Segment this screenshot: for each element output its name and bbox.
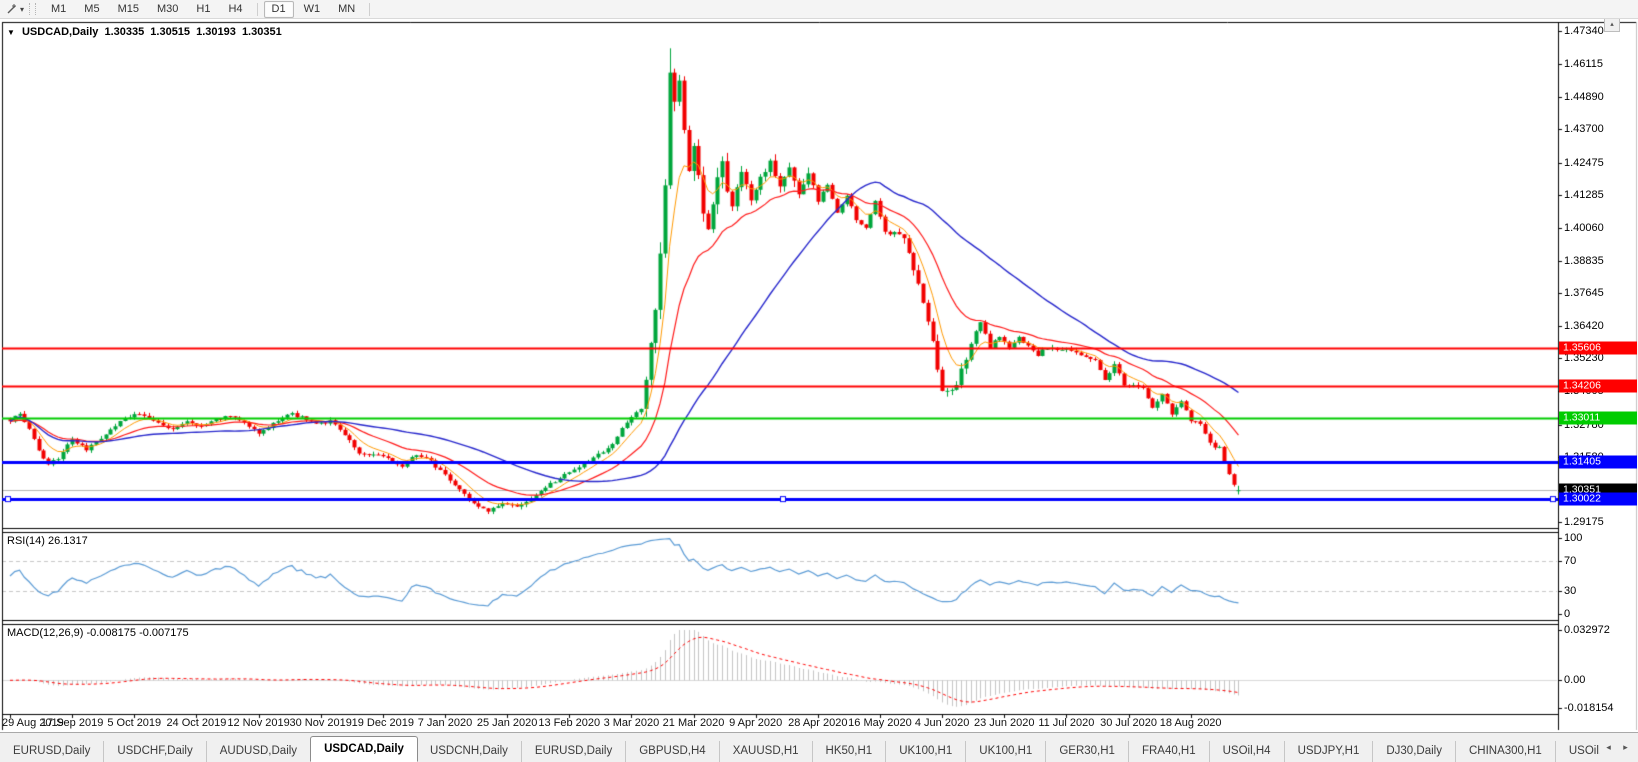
price-axis-tick: 1.42475 <box>1564 156 1604 169</box>
time-axis-label: 16 May 2020 <box>848 717 912 729</box>
time-axis-label: 11 Jul 2020 <box>1038 717 1095 729</box>
tab-EURUSD-Daily[interactable]: EURUSD,Daily <box>522 741 627 762</box>
rsi-axis-tick: 30 <box>1564 585 1577 598</box>
time-axis-label: 30 Jul 2020 <box>1100 717 1157 729</box>
rsi-label: RSI(14) 26.1317 <box>7 535 88 547</box>
timeframe-button-M30[interactable]: M30 <box>149 1 186 18</box>
panel-splitter-macd[interactable] <box>0 619 1638 624</box>
macd-axis-tick: 0.00 <box>1564 674 1586 687</box>
price-axis-tick: 1.40060 <box>1564 221 1604 234</box>
collapse-icon[interactable]: ▼ <box>7 28 15 37</box>
tab-USDJPY-H1[interactable]: USDJPY,H1 <box>1285 741 1374 762</box>
time-axis-label: 7 Jan 2020 <box>417 717 473 729</box>
chart-title: ▼ USDCAD,Daily 1.30335 1.30515 1.30193 1… <box>7 26 285 38</box>
price-axis-tick: 1.38835 <box>1564 254 1604 267</box>
time-axis-label: 13 Feb 2020 <box>538 717 601 729</box>
symbol-tab-bar: EURUSD,Daily USDCHF,Daily AUDUSD,Daily USDC… <box>0 732 1638 762</box>
close-value: 1.30351 <box>241 26 282 38</box>
time-axis-label: 12 Nov 2019 <box>227 717 290 729</box>
tab-scroll-left-icon[interactable]: ◂ <box>1600 738 1617 757</box>
tab-USOil-H1[interactable]: USOil,H1 <box>1556 741 1600 762</box>
price-badge-1.34206: 1.34206 <box>1559 379 1637 393</box>
low-value: 1.30193 <box>196 26 236 38</box>
timeframe-button-M5[interactable]: M5 <box>76 1 107 18</box>
time-axis-label: 9 Apr 2020 <box>729 717 783 729</box>
tab-XAUUSD-H1[interactable]: XAUUSD,H1 <box>720 741 813 762</box>
toolbar-separator <box>369 2 371 16</box>
timeframe-button-M15[interactable]: M15 <box>110 1 147 18</box>
timeframe-toolbar: ▾ M1 M5 M15 M30 H1 H4 D1 W1 MN <box>0 0 1638 19</box>
macd-label: MACD(12,26,9) -0.008175 -0.007175 <box>7 627 189 639</box>
tab-AUDUSD-Daily[interactable]: AUDUSD,Daily <box>207 741 312 762</box>
terminal-window: ▾ M1 M5 M15 M30 H1 H4 D1 W1 MN ▼ USDCAD,Daily 1.… <box>0 0 1638 762</box>
timeframe-button-M1[interactable]: M1 <box>43 1 74 18</box>
time-axis-label: 17 Sep 2019 <box>40 717 104 729</box>
tab-scroll-controls: ◂ ▸ <box>1600 733 1638 762</box>
macd-axis-tick: -0.018154 <box>1564 702 1614 714</box>
tab-scroll-right-icon[interactable]: ▸ <box>1617 738 1634 757</box>
rsi-axis-tick: 100 <box>1564 532 1583 544</box>
time-axis-label: 25 Jan 2020 <box>476 717 538 729</box>
open-value: 1.30335 <box>104 26 145 38</box>
tab-USDCAD-Daily[interactable]: USDCAD,Daily <box>310 736 418 762</box>
timeframe-button-H1[interactable]: H1 <box>188 1 218 18</box>
tab-CHINA300-H1[interactable]: CHINA300,H1 <box>1456 741 1556 762</box>
tab-HK50-H1[interactable]: HK50,H1 <box>813 741 887 762</box>
tab-USDCNH-Daily[interactable]: USDCNH,Daily <box>417 741 522 762</box>
tab-USOil-H4[interactable]: USOil,H4 <box>1210 741 1285 762</box>
time-axis-label: 24 Oct 2019 <box>166 717 227 729</box>
tab-FRA40-H1[interactable]: FRA40,H1 <box>1129 741 1210 762</box>
tab-GER30-H1[interactable]: GER30,H1 <box>1046 741 1129 762</box>
tab-EURUSD-Daily[interactable]: EURUSD,Daily <box>0 741 105 762</box>
price-axis-tick: 1.47340 <box>1564 25 1604 37</box>
time-axis-label: 21 Mar 2020 <box>662 717 725 729</box>
time-axis-label: 5 Oct 2019 <box>107 717 162 729</box>
time-axis-label: 28 Apr 2020 <box>788 717 848 729</box>
tab-USDCHF-Daily[interactable]: USDCHF,Daily <box>104 741 207 762</box>
timeframe-button-MN[interactable]: MN <box>330 1 363 18</box>
tab-GBPUSD-H4[interactable]: GBPUSD,H4 <box>626 741 720 762</box>
timeframe-button-W1[interactable]: W1 <box>296 1 329 18</box>
high-value: 1.30515 <box>150 26 191 38</box>
price-badge-1.30022: 1.30022 <box>1559 492 1637 506</box>
price-axis-tick: 1.43700 <box>1564 123 1604 136</box>
timeframe-buttons: M1 M5 M15 M30 H1 H4 D1 W1 MN <box>42 0 375 18</box>
price-axis-tick: 1.44890 <box>1564 91 1604 104</box>
price-badge-1.33011: 1.33011 <box>1559 411 1637 425</box>
price-badge-1.31405: 1.31405 <box>1559 455 1637 469</box>
time-axis-label: 3 Mar 2020 <box>603 717 660 729</box>
macd-axis-tick: 0.032972 <box>1564 624 1610 636</box>
time-axis-label: 18 Aug 2020 <box>1159 717 1222 729</box>
price-axis-tick: 1.41285 <box>1564 188 1604 201</box>
tool-dropdown-icon[interactable]: ▾ <box>20 5 24 14</box>
tab-DJ30-Daily[interactable]: DJ30,Daily <box>1373 741 1456 762</box>
timeframe-button-H4[interactable]: H4 <box>220 1 250 18</box>
rsi-axis-tick: 70 <box>1564 554 1577 567</box>
price-axis-tick: 1.36420 <box>1564 320 1604 333</box>
time-axis-label: 4 Jun 2020 <box>914 717 970 729</box>
symbol-period-label: USDCAD,Daily <box>21 26 99 38</box>
price-axis-tick: 1.46115 <box>1564 58 1603 71</box>
tab-UK100-H1[interactable]: UK100,H1 <box>886 741 967 762</box>
scroll-up-button[interactable]: ▴ <box>1604 18 1620 32</box>
price-axis-tick: 1.37645 <box>1564 287 1604 300</box>
tab-UK100-H1[interactable]: UK100,H1 <box>966 741 1047 762</box>
time-axis-label: 23 Jun 2020 <box>973 717 1035 729</box>
time-axis-label: 19 Dec 2019 <box>351 717 415 729</box>
panel-splitter-rsi[interactable] <box>0 527 1638 532</box>
timeframe-button-D1[interactable]: D1 <box>263 0 294 18</box>
toolbar-separator <box>256 2 258 16</box>
annotation-tool-icon[interactable] <box>4 2 20 16</box>
time-axis-label: 30 Nov 2019 <box>289 717 352 729</box>
toolbar-grip[interactable] <box>29 3 37 15</box>
price-badge-1.35606: 1.35606 <box>1559 341 1637 355</box>
